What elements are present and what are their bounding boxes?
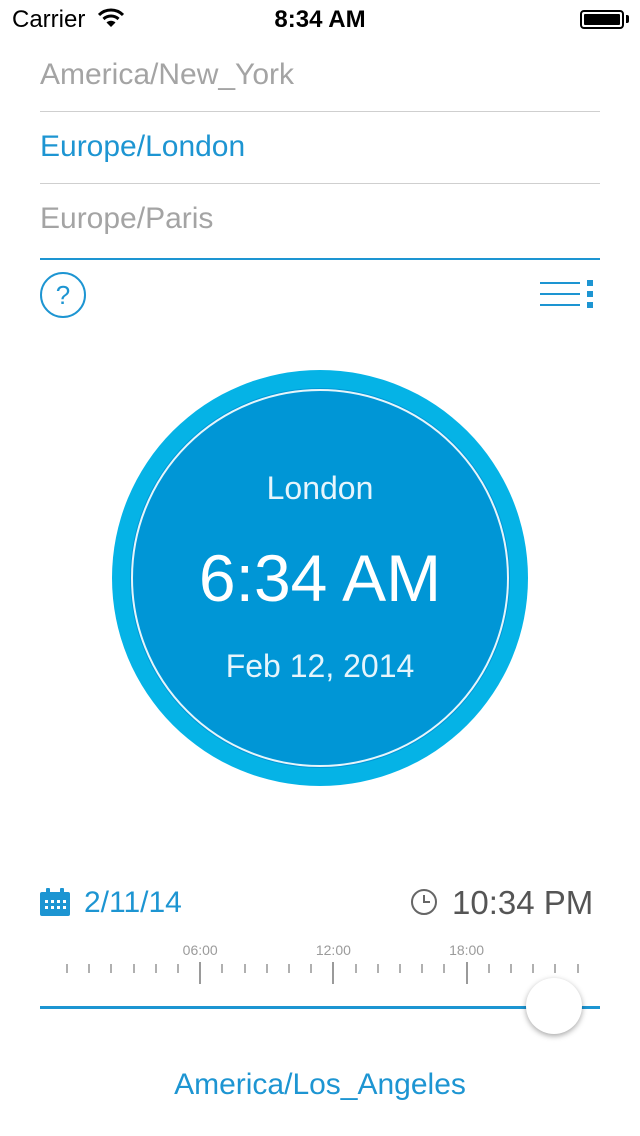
date-picker-value[interactable]: 2/11/14	[84, 886, 182, 920]
slider-tick	[510, 964, 512, 973]
slider-tick	[110, 964, 113, 973]
slider-tick	[554, 964, 557, 973]
battery-icon	[580, 10, 624, 29]
timezone-label: Europe/Paris	[40, 202, 214, 235]
list-menu-button[interactable]	[538, 280, 598, 308]
slider-tick	[221, 964, 224, 973]
slider-tick	[399, 964, 401, 973]
slider-tick	[66, 964, 68, 973]
clock-icon[interactable]	[410, 888, 438, 921]
timezone-label: America/New_York	[40, 58, 294, 91]
slider-tick-label: 12:00	[315, 942, 351, 958]
status-bar: Carrier 8:34 AM	[0, 0, 640, 40]
slider-tick	[288, 964, 290, 973]
slider-tick	[88, 964, 91, 973]
help-button[interactable]: ?	[40, 272, 86, 318]
question-circle-icon: ?	[55, 280, 71, 310]
slider-major-tick	[199, 962, 202, 984]
timezone-item-new-york[interactable]: America/New_York	[40, 40, 600, 112]
slider-tick	[376, 964, 379, 973]
time-slider-thumb[interactable]	[526, 978, 583, 1034]
battery-tip	[626, 15, 629, 23]
slider-tick-label: 18:00	[449, 942, 485, 958]
slider-tick	[132, 964, 135, 973]
slider-tick	[265, 964, 268, 973]
time-slider-track[interactable]	[40, 1006, 600, 1009]
clock-date: Feb 12, 2014	[225, 648, 415, 684]
slider-major-tick	[465, 962, 468, 984]
slider-tick	[177, 964, 179, 973]
slider-tick	[310, 964, 313, 973]
calendar-icon[interactable]	[40, 888, 70, 921]
slider-tick	[421, 964, 424, 973]
slider-tick	[576, 964, 579, 973]
slider-tick-label: 06:00	[182, 942, 218, 958]
slider-tick	[243, 964, 246, 973]
clock-time: 6:34 AM	[198, 541, 442, 615]
slider-tick	[154, 964, 157, 973]
timezone-label: Europe/London	[40, 130, 246, 163]
slider-tick	[487, 964, 490, 973]
time-picker-value[interactable]: 10:34 PM	[452, 884, 593, 922]
timezone-item-london[interactable]: Europe/London	[40, 112, 600, 184]
slider-tick	[354, 964, 357, 973]
source-timezone[interactable]: America/Los_Angeles	[0, 1068, 640, 1102]
list-menu-icon	[540, 280, 593, 308]
status-time: 8:34 AM	[274, 6, 366, 33]
slider-tick	[532, 964, 535, 973]
clock-city: London	[266, 470, 374, 506]
timezone-item-paris[interactable]: Europe/Paris	[40, 184, 600, 260]
slider-major-tick	[332, 962, 335, 984]
slider-tick	[443, 964, 446, 973]
